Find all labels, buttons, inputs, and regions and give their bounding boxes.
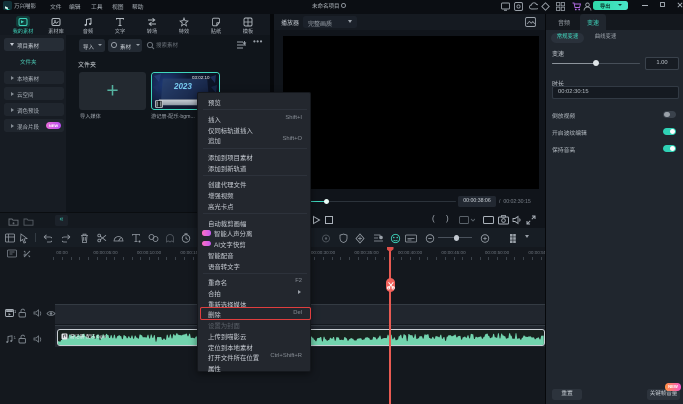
- svg-text:1: 1: [14, 335, 17, 340]
- svg-text:1: 1: [14, 309, 16, 314]
